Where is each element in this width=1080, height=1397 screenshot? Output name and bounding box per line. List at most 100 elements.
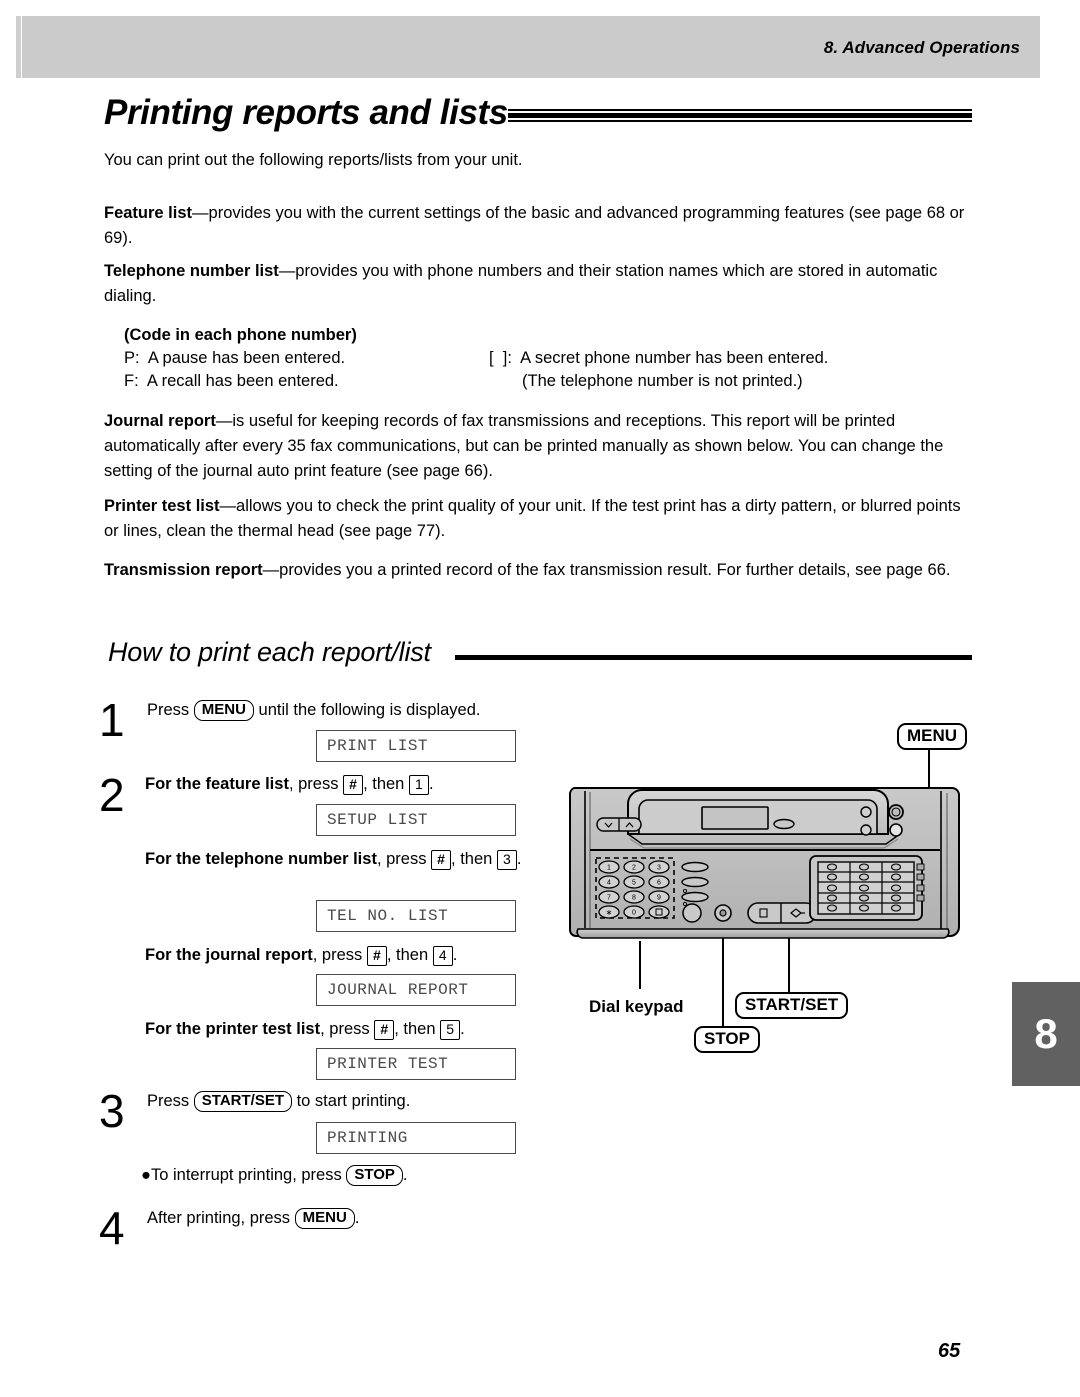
fax-document-hood (627, 789, 889, 835)
digit-key-1: 1 (408, 775, 429, 795)
definition-transmission-report: Transmission report—provides you a print… (104, 558, 972, 583)
definition-term: Feature list (104, 204, 193, 222)
step-2-item-label: For the journal report (145, 946, 313, 964)
definition-telephone-number-list: Telephone number list—provides you with … (104, 259, 972, 309)
fax-machine-illustration: 1 2 3 4 5 6 7 8 9 ∗ 0 (568, 782, 960, 954)
menu-key: MENU (193, 700, 254, 721)
step-2-number: 2 (99, 769, 125, 821)
page-number: 65 (938, 1340, 961, 1362)
bullet-text-before: ●To interrupt printing, press (141, 1166, 347, 1184)
svg-text:1: 1 (607, 865, 611, 872)
svg-text:5: 5 (632, 880, 636, 887)
step-1-text-before: Press (147, 701, 194, 719)
step-2-item-end: . (460, 1020, 465, 1038)
one-touch-station-panel (809, 855, 925, 921)
lcd-display-printing: PRINTING (316, 1122, 516, 1154)
definition-term: Journal report (104, 412, 216, 430)
step-3-text: Press START/SET to start printing. (147, 1089, 547, 1113)
definition-body: —allows you to check the print quality o… (104, 497, 961, 540)
step-2-item-end: . (516, 850, 522, 868)
section-subtitle: How to print each report/list (108, 637, 431, 667)
code-row-secret: [ ]: A secret phone number has been ente… (489, 349, 829, 367)
callout-stop-label: STOP (694, 1026, 760, 1053)
hash-key: # (366, 946, 387, 966)
step-2-item-end: . (452, 946, 458, 964)
step-2-item-mid: , press (312, 946, 367, 964)
stop-key: STOP (346, 1165, 403, 1186)
code-row-recall: F: A recall has been entered. (124, 372, 339, 390)
title-rule (508, 106, 972, 122)
code-row-secret-note: (The telephone number is not printed.) (522, 372, 803, 390)
svg-text:6: 6 (657, 880, 661, 887)
svg-text:9: 9 (657, 895, 661, 902)
lcd-display-setup-list: SETUP LIST (316, 804, 516, 836)
menu-button-on-device (889, 823, 903, 837)
step-2-item-mid2: , then (451, 850, 497, 868)
menu-key: MENU (294, 1208, 355, 1229)
definition-feature-list: Feature list—provides you with the curre… (104, 201, 972, 251)
digit-key-4: 4 (432, 946, 453, 966)
svg-text:7: 7 (607, 895, 611, 902)
callout-start-set-label: START/SET (735, 992, 849, 1019)
fax-machine-svg: 1 2 3 4 5 6 7 8 9 ∗ 0 (569, 787, 960, 939)
step-2-item-end: . (428, 775, 434, 793)
code-row-pause: P: A pause has been entered. (124, 349, 346, 367)
hash-key: # (343, 775, 364, 795)
step-2-item-mid2: , then (363, 775, 409, 793)
bullet-text-after: . (402, 1166, 408, 1184)
step-3-bullet-note: ●To interrupt printing, press STOP. (141, 1163, 541, 1187)
step-2-item-mid: , press (320, 1020, 375, 1038)
step-2-item-mid: , press (288, 775, 344, 793)
document-page: 8. Advanced Operations Printing reports … (0, 0, 1080, 1397)
intro-paragraph: You can print out the following reports/… (104, 151, 523, 169)
code-block-heading: (Code in each phone number) (124, 326, 357, 344)
svg-text:4: 4 (607, 880, 611, 887)
definition-body: —provides you with the current settings … (104, 204, 965, 247)
definition-term: Transmission report (104, 561, 263, 579)
step-4-text-before: After printing, press (147, 1209, 295, 1227)
callout-dial-keypad-label: Dial keypad (589, 997, 684, 1016)
svg-text:3: 3 (657, 865, 661, 872)
svg-text:0: 0 (632, 910, 636, 917)
chapter-header-label: 8. Advanced Operations (823, 38, 1020, 57)
navigation-rocker-buttons (596, 817, 642, 832)
step-3-text-after: to start printing. (292, 1092, 411, 1110)
step-2-item-journal-report: For the journal report, press #, then 4. (145, 943, 545, 967)
step-2-item-label: For the telephone number list (145, 850, 377, 868)
step-2-item-feature-list: For the feature list, press #, then 1. (145, 772, 545, 796)
definition-term: Telephone number list (104, 262, 279, 280)
step-3-number: 3 (99, 1085, 125, 1137)
step-2-item-label: For the printer test list (145, 1020, 321, 1038)
step-1-text: Press MENU until the following is displa… (147, 698, 547, 722)
definition-printer-test-list: Printer test list—allows you to check th… (104, 494, 972, 544)
definition-body: —is useful for keeping records of fax tr… (104, 412, 944, 480)
step-2-item-mid: , press (376, 850, 432, 868)
step-4-number: 4 (99, 1202, 125, 1254)
digit-key-3: 3 (496, 850, 517, 870)
subtitle-rule (455, 655, 972, 660)
definition-journal-report: Journal report—is useful for keeping rec… (104, 409, 972, 484)
header-bar-edge (16, 16, 21, 78)
step-4-text-after: . (354, 1209, 360, 1227)
start-set-key: START/SET (193, 1091, 292, 1112)
hash-key: # (374, 1020, 395, 1040)
definition-term: Printer test list (104, 497, 220, 515)
page-title: Printing reports and lists (104, 93, 508, 132)
step-2-item-mid2: , then (386, 946, 433, 964)
step-1-text-after: until the following is displayed. (253, 701, 481, 719)
hash-key: # (431, 850, 452, 870)
chapter-tab: 8 (1012, 982, 1080, 1086)
svg-text:∗: ∗ (606, 908, 613, 917)
step-2-item-telephone-number-list: For the telephone number list, press #, … (145, 847, 545, 871)
start-set-button (747, 902, 817, 924)
stop-button (714, 904, 732, 922)
step-2-item-printer-test-list: For the printer test list, press #, then… (145, 1017, 545, 1041)
lcd-display-print-list: PRINT LIST (316, 730, 516, 762)
step-4-text: After printing, press MENU. (147, 1206, 547, 1230)
callout-menu-label: MENU (897, 723, 968, 750)
definition-body: —provides you a printed record of the fa… (262, 561, 951, 579)
step-2-item-mid2: , then (394, 1020, 441, 1038)
lcd-display-journal-report: JOURNAL REPORT (316, 974, 516, 1006)
lcd-display-printer-test: PRINTER TEST (316, 1048, 516, 1080)
step-3-text-before: Press (147, 1092, 194, 1110)
